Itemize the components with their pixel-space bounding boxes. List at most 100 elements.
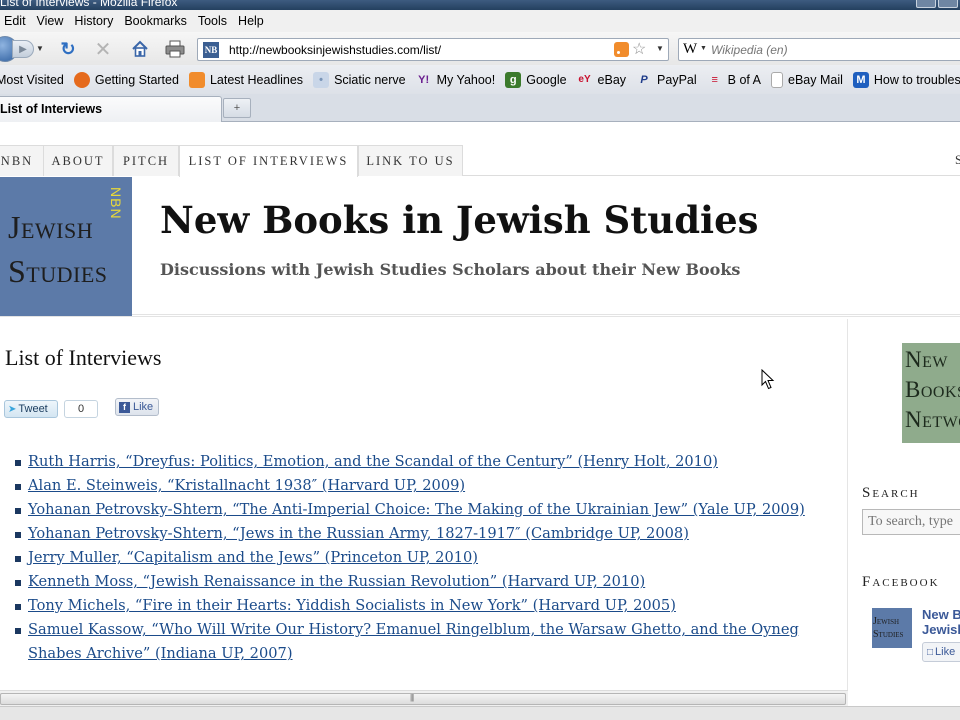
thumb-line: Jewish — [873, 616, 900, 627]
facebook-page-like-button[interactable]: □ Like — [922, 642, 960, 662]
address-bar[interactable]: NB http://newbooksinjewishstudies.com/li… — [197, 38, 669, 61]
interview-link[interactable]: Ruth Harris, “Dreyfus: Politics, Emotion… — [28, 453, 718, 470]
nav-pitch[interactable]: PITCH — [113, 145, 179, 176]
interview-link[interactable]: Kenneth Moss, “Jewish Renaissance in the… — [28, 573, 645, 590]
bofa-icon: ≡ — [711, 73, 718, 86]
network-logo-line: Books — [905, 377, 960, 402]
interview-link[interactable]: Jerry Muller, “Capitalism and the Jews” … — [28, 549, 478, 566]
tab-list-of-interviews[interactable]: List of Interviews — [0, 96, 222, 122]
back-forward-group: ▶ ▼ — [0, 36, 48, 62]
rss-icon — [188, 71, 205, 88]
mouse-cursor-icon — [761, 369, 775, 390]
facebook-page-name[interactable]: New B — [922, 607, 960, 622]
list-item: Yohanan Petrovsky-Shtern, “The Anti-Impe… — [12, 498, 832, 522]
site-favicon: NB — [203, 42, 219, 58]
scrollbar-grip-icon: ||| — [410, 693, 414, 702]
menu-bookmarks[interactable]: Bookmarks — [119, 14, 193, 28]
horizontal-scrollbar[interactable]: ||| — [0, 690, 848, 706]
menu-edit[interactable]: Edit — [0, 14, 32, 28]
facebook-icon: f — [119, 401, 130, 413]
bookmark-google[interactable]: g Google — [505, 71, 567, 88]
twitter-bird-icon: ➤ — [8, 403, 17, 415]
thumb-line: Studies — [873, 629, 904, 640]
logo-line: Jewish — [8, 209, 94, 245]
bookmark-label: Google — [526, 72, 567, 87]
bookmark-how-to-troubleshoot[interactable]: M How to troubleshoot s... — [852, 71, 960, 88]
stop-icon[interactable]: ✕ — [92, 38, 114, 61]
bookmark-paypal[interactable]: P PayPal — [636, 72, 697, 88]
firefox-icon — [73, 71, 90, 88]
new-tab-button[interactable]: + — [223, 98, 251, 118]
sidebar: New Books Network Search Facebook Jewish… — [850, 319, 960, 690]
new-books-network-logo[interactable]: New Books Network — [902, 343, 960, 443]
forward-arrow-icon: ▶ — [19, 43, 27, 55]
nav-link-to-us[interactable]: LINK TO US — [358, 145, 463, 176]
bookmark-most-visited[interactable]: Most Visited — [0, 73, 64, 87]
main-content: List of Interviews ➤ Tweet 0 f Like Ruth… — [0, 319, 848, 690]
forward-button[interactable]: ▶ — [12, 40, 34, 58]
site-title[interactable]: New Books in Jewish Studies — [160, 198, 759, 242]
jewish-studies-logo[interactable]: Jewish Studies NBN — [0, 177, 132, 316]
bookmark-label: Most Visited — [0, 72, 64, 87]
like-label: Like — [935, 646, 956, 658]
list-item: Samuel Kassow, “Who Will Write Our Histo… — [12, 618, 832, 666]
nav-about[interactable]: ABOUT — [43, 145, 113, 176]
list-item: Tony Michels, “Fire in their Hearts: Yid… — [12, 594, 832, 618]
bookmark-sciatic-nerve[interactable]: • Sciatic nerve — [313, 71, 406, 88]
web-page: NBN ABOUT PITCH LIST OF INTERVIEWS LINK … — [0, 122, 960, 690]
bookmark-label: B of A — [727, 72, 762, 87]
interview-link[interactable]: Tony Michels, “Fire in their Hearts: Yid… — [28, 597, 676, 614]
search-bar[interactable]: W ▼ — [678, 38, 960, 61]
yahoo-icon: Y! — [418, 73, 430, 86]
tweet-button[interactable]: ➤ Tweet — [4, 400, 58, 418]
bookmark-label: PayPal — [657, 72, 697, 87]
list-item: Jerry Muller, “Capitalism and the Jews” … — [12, 546, 832, 570]
facebook-page-thumbnail[interactable]: Jewish Studies — [872, 608, 912, 648]
bookmark-my-yahoo[interactable]: Y! My Yahoo! — [416, 72, 496, 88]
interview-link[interactable]: Yohanan Petrovsky-Shtern, “Jews in the R… — [28, 525, 689, 542]
list-item: Yohanan Petrovsky-Shtern, “Jews in the R… — [12, 522, 832, 546]
nav-nbn[interactable]: NBN — [0, 145, 44, 176]
bookmark-ebay-mail[interactable]: eBay Mail — [771, 71, 843, 88]
reload-icon[interactable]: ↻ — [57, 38, 79, 60]
menu-tools[interactable]: Tools — [193, 14, 233, 28]
minimize-button[interactable] — [916, 0, 936, 8]
interview-link[interactable]: Samuel Kassow, “Who Will Write Our Histo… — [28, 621, 799, 662]
nav-right-truncated[interactable]: S — [955, 153, 960, 168]
url-text[interactable]: http://newbooksinjewishstudies.com/list/ — [229, 43, 441, 57]
menu-bar: Edit View History Bookmarks Tools Help — [0, 10, 960, 32]
site-search-input[interactable] — [862, 509, 960, 535]
interview-link[interactable]: Yohanan Petrovsky-Shtern, “The Anti-Impe… — [28, 501, 805, 518]
bookmark-label: Sciatic nerve — [334, 72, 406, 87]
bookmark-star-icon[interactable]: ☆ — [632, 39, 646, 59]
engine-dropdown-icon[interactable]: ▼ — [700, 45, 707, 52]
url-dropdown-icon[interactable]: ▼ — [656, 44, 664, 53]
menu-help[interactable]: Help — [233, 14, 270, 28]
nav-list-of-interviews[interactable]: LIST OF INTERVIEWS — [179, 145, 358, 177]
bookmark-ebay[interactable]: eY eBay — [577, 72, 626, 88]
interview-link[interactable]: Alan E. Steinweis, “Kristallnacht 1938″ … — [28, 477, 465, 494]
list-item: Alan E. Steinweis, “Kristallnacht 1938″ … — [12, 474, 832, 498]
facebook-page-name[interactable]: Jewish — [922, 622, 960, 637]
maximize-button[interactable] — [938, 0, 958, 8]
like-label: Like — [133, 401, 154, 413]
tweet-count: 0 — [64, 400, 98, 418]
page-title: List of Interviews — [5, 345, 162, 370]
search-heading: Search — [862, 485, 920, 501]
wikipedia-icon[interactable]: W — [683, 41, 697, 58]
bookmark-label: How to troubleshoot s... — [873, 72, 960, 87]
print-icon[interactable] — [164, 38, 186, 60]
scrollbar-thumb[interactable] — [0, 693, 846, 705]
facebook-like-button[interactable]: f Like — [115, 398, 159, 416]
history-dropdown-icon[interactable]: ▼ — [36, 44, 44, 53]
rss-feed-icon[interactable] — [614, 42, 629, 57]
menu-view[interactable]: View — [32, 14, 70, 28]
menu-history[interactable]: History — [69, 14, 119, 28]
window-controls — [916, 0, 958, 8]
bookmark-getting-started[interactable]: Getting Started — [73, 71, 179, 88]
bookmark-b-of-a[interactable]: ≡ B of A — [707, 72, 761, 88]
home-icon[interactable] — [129, 38, 151, 60]
bookmark-latest-headlines[interactable]: Latest Headlines — [188, 71, 303, 88]
search-input[interactable] — [711, 41, 960, 58]
bookmark-label: My Yahoo! — [436, 72, 496, 87]
